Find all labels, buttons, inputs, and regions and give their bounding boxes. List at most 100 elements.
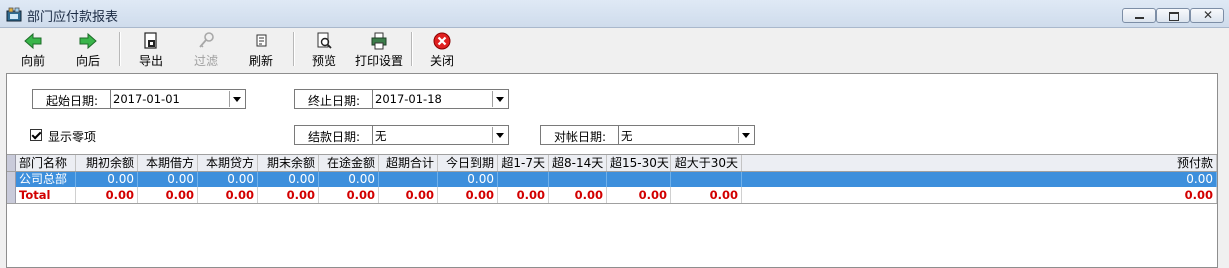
start-date-value: 2017-01-01 bbox=[113, 92, 180, 106]
filter-button[interactable]: 过滤 bbox=[187, 30, 225, 68]
minimize-icon bbox=[1135, 17, 1144, 19]
cell-debit[interactable]: 0.00 bbox=[138, 172, 198, 187]
total-in-transit: 0.00 bbox=[319, 187, 379, 203]
reconcile-date-value: 无 bbox=[621, 129, 633, 143]
reconcile-date-label-box: 对帐日期: bbox=[540, 125, 620, 145]
table-header: 部门名称 期初余额 本期借方 本期贷方 期末余额 在途金额 超期合计 今日到期 … bbox=[7, 154, 1217, 172]
report-grid[interactable]: 部门名称 期初余额 本期借方 本期贷方 期末余额 在途金额 超期合计 今日到期 … bbox=[7, 154, 1217, 204]
refresh-button[interactable]: 刷新 bbox=[242, 30, 280, 68]
cell-closing[interactable]: 0.00 bbox=[258, 172, 319, 187]
toolbar-separator bbox=[293, 32, 295, 66]
window-title: 部门应付款报表 bbox=[27, 10, 119, 25]
total-overdue-30-plus: 0.00 bbox=[671, 187, 742, 203]
forward-label: 向后 bbox=[75, 54, 100, 68]
print-setup-button[interactable]: 打印设置 bbox=[351, 30, 407, 68]
refresh-label: 刷新 bbox=[248, 54, 273, 68]
header-row-marker bbox=[7, 155, 16, 171]
cell-credit[interactable]: 0.00 bbox=[198, 172, 258, 187]
total-prepayment: 0.00 bbox=[742, 187, 1217, 203]
cell-opening[interactable]: 0.00 bbox=[76, 172, 138, 187]
total-credit: 0.00 bbox=[198, 187, 258, 203]
total-overdue-total: 0.00 bbox=[379, 187, 438, 203]
col-header-overdue-total[interactable]: 超期合计 bbox=[379, 155, 438, 171]
close-circle-icon bbox=[433, 32, 451, 50]
cell-prepayment[interactable]: 0.00 bbox=[742, 172, 1217, 187]
printer-icon bbox=[371, 32, 387, 50]
col-header-overdue-30-plus[interactable]: 超大于30天 bbox=[671, 155, 742, 171]
cell-overdue-15-30[interactable] bbox=[607, 172, 671, 187]
end-date-label: 终止日期: bbox=[307, 94, 361, 108]
end-date-value: 2017-01-18 bbox=[375, 92, 442, 106]
total-row: Total 0.00 0.00 0.00 0.00 0.00 0.00 0.00… bbox=[7, 187, 1217, 204]
settle-date-value: 无 bbox=[375, 129, 387, 143]
total-overdue-8-14: 0.00 bbox=[549, 187, 607, 203]
total-overdue-15-30: 0.00 bbox=[607, 187, 671, 203]
col-header-closing[interactable]: 期末余额 bbox=[258, 155, 319, 171]
start-date-label-box: 起始日期: bbox=[32, 89, 112, 109]
start-date-select[interactable]: 2017-01-01 bbox=[110, 89, 246, 109]
table-row[interactable]: 公司总部 0.00 0.00 0.00 0.00 0.00 0.00 0.00 bbox=[7, 172, 1217, 187]
col-header-in-transit[interactable]: 在途金额 bbox=[319, 155, 379, 171]
app-icon bbox=[6, 7, 22, 22]
chevron-down-icon[interactable] bbox=[738, 127, 753, 143]
reconcile-date-select[interactable]: 无 bbox=[618, 125, 755, 145]
minimize-button[interactable] bbox=[1122, 8, 1156, 23]
col-header-overdue-1-7[interactable]: 超1-7天 bbox=[498, 155, 549, 171]
chevron-down-icon[interactable] bbox=[492, 127, 507, 143]
col-header-debit[interactable]: 本期借方 bbox=[138, 155, 198, 171]
end-date-select[interactable]: 2017-01-18 bbox=[372, 89, 509, 109]
restore-icon bbox=[1169, 12, 1179, 21]
col-header-due-today[interactable]: 今日到期 bbox=[438, 155, 498, 171]
preview-label: 预览 bbox=[311, 54, 336, 68]
cell-due-today[interactable]: 0.00 bbox=[438, 172, 498, 187]
col-header-dept[interactable]: 部门名称 bbox=[16, 155, 76, 171]
cell-overdue-30-plus[interactable] bbox=[671, 172, 742, 187]
reconcile-date-label: 对帐日期: bbox=[553, 130, 607, 144]
filter-form: 起始日期: 2017-01-01 终止日期: 2017-01-18 显示零项 结… bbox=[7, 74, 1217, 154]
toolbar-separator bbox=[411, 32, 413, 66]
cell-overdue-8-14[interactable] bbox=[549, 172, 607, 187]
close-icon: ✕ bbox=[1203, 8, 1214, 22]
filter-label: 过滤 bbox=[193, 54, 218, 68]
arrow-left-icon bbox=[24, 32, 42, 50]
cell-overdue-total[interactable] bbox=[379, 172, 438, 187]
total-debit: 0.00 bbox=[138, 187, 198, 203]
preview-button[interactable]: 预览 bbox=[305, 30, 343, 68]
cell-in-transit[interactable]: 0.00 bbox=[319, 172, 379, 187]
col-header-credit[interactable]: 本期贷方 bbox=[198, 155, 258, 171]
col-header-opening[interactable]: 期初余额 bbox=[76, 155, 138, 171]
row-marker bbox=[7, 172, 16, 187]
title-bar: 部门应付款报表 ✕ bbox=[0, 0, 1229, 28]
forward-button[interactable]: 向后 bbox=[69, 30, 107, 68]
total-due-today: 0.00 bbox=[438, 187, 498, 203]
show-zero-label: 显示零项 bbox=[48, 130, 97, 144]
toolbar-separator bbox=[119, 32, 121, 66]
maximize-button[interactable] bbox=[1156, 8, 1190, 23]
chevron-down-icon[interactable] bbox=[492, 91, 507, 107]
arrow-right-icon bbox=[79, 32, 97, 50]
export-icon bbox=[144, 32, 157, 49]
toolbar: 向前 向后 导出 过滤 刷新 预览 打印设置 关闭 bbox=[0, 28, 1229, 70]
preview-icon bbox=[317, 32, 332, 49]
close-window-button[interactable]: ✕ bbox=[1190, 8, 1224, 23]
settle-date-select[interactable]: 无 bbox=[372, 125, 509, 145]
col-header-overdue-8-14[interactable]: 超8-14天 bbox=[549, 155, 607, 171]
cell-dept[interactable]: 公司总部 bbox=[16, 172, 76, 187]
close-report-label: 关闭 bbox=[429, 54, 454, 68]
chevron-down-icon[interactable] bbox=[229, 91, 244, 107]
back-button[interactable]: 向前 bbox=[14, 30, 52, 68]
col-header-prepayment[interactable]: 预付款 bbox=[742, 155, 1217, 171]
col-header-overdue-15-30[interactable]: 超15-30天 bbox=[607, 155, 671, 171]
print-setup-label: 打印设置 bbox=[354, 54, 403, 68]
show-zero-checkbox[interactable] bbox=[30, 129, 42, 141]
back-label: 向前 bbox=[20, 54, 45, 68]
refresh-icon bbox=[256, 34, 267, 47]
settle-date-label-box: 结款日期: bbox=[294, 125, 374, 145]
cell-overdue-1-7[interactable] bbox=[498, 172, 549, 187]
report-panel: 起始日期: 2017-01-01 终止日期: 2017-01-18 显示零项 结… bbox=[6, 73, 1218, 268]
export-button[interactable]: 导出 bbox=[132, 30, 170, 68]
close-report-button[interactable]: 关闭 bbox=[423, 30, 461, 68]
total-closing: 0.00 bbox=[258, 187, 319, 203]
start-date-label: 起始日期: bbox=[45, 94, 99, 108]
settle-date-label: 结款日期: bbox=[307, 130, 361, 144]
